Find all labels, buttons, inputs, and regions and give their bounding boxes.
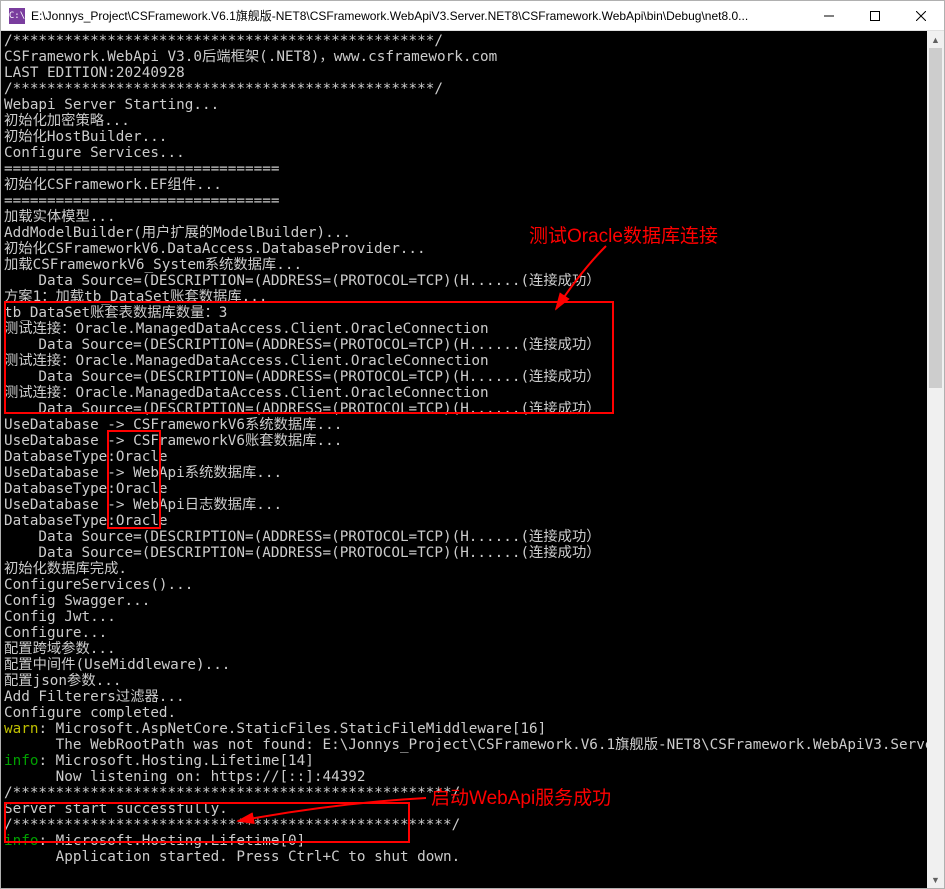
- console-line: DatabaseType:Oracle: [4, 449, 927, 465]
- console-line: Config Jwt...: [4, 609, 927, 625]
- console-line: DatabaseType:Oracle: [4, 481, 927, 497]
- vertical-scrollbar[interactable]: ▲ ▼: [927, 31, 944, 888]
- console-line: UseDatabase -> CSFrameworkV6账套数据库...: [4, 433, 927, 449]
- console-line: Webapi Server Starting...: [4, 97, 927, 113]
- console-line: 初始化加密策略...: [4, 113, 927, 129]
- console-line: AddModelBuilder(用户扩展的ModelBuilder)...: [4, 225, 927, 241]
- scrollbar-up-arrow[interactable]: ▲: [927, 31, 944, 48]
- close-icon: [916, 11, 926, 21]
- console-line: ConfigureServices()...: [4, 577, 927, 593]
- log-level-info: info: [4, 833, 38, 849]
- console-line: /***************************************…: [4, 33, 927, 49]
- console-line: Data Source=(DESCRIPTION=(ADDRESS=(PROTO…: [4, 337, 927, 353]
- console-line: The WebRootPath was not found: E:\Jonnys…: [4, 737, 927, 753]
- scrollbar-thumb[interactable]: [929, 48, 942, 388]
- console-line: 测试连接：Oracle.ManagedDataAccess.Client.Ora…: [4, 321, 927, 337]
- console-line: 加载实体模型...: [4, 209, 927, 225]
- console-line: DatabaseType:Oracle: [4, 513, 927, 529]
- app-icon: C:\: [9, 8, 25, 24]
- console-line: warn: Microsoft.AspNetCore.StaticFiles.S…: [4, 721, 927, 737]
- console-line: 配置中间件(UseMiddleware)...: [4, 657, 927, 673]
- console-line: Configure Services...: [4, 145, 927, 161]
- console-line: info: Microsoft.Hosting.Lifetime[0]: [4, 833, 927, 849]
- console-line: 配置跨域参数...: [4, 641, 927, 657]
- window-title: E:\Jonnys_Project\CSFramework.V6.1旗舰版-NE…: [31, 7, 806, 24]
- console-line: 初始化CSFramework.EF组件...: [4, 177, 927, 193]
- console-line: 测试连接：Oracle.ManagedDataAccess.Client.Ora…: [4, 353, 927, 369]
- console-output[interactable]: /***************************************…: [1, 31, 927, 888]
- console-line: 初始化HostBuilder...: [4, 129, 927, 145]
- console-line: Data Source=(DESCRIPTION=(ADDRESS=(PROTO…: [4, 529, 927, 545]
- console-line: Data Source=(DESCRIPTION=(ADDRESS=(PROTO…: [4, 273, 927, 289]
- console-line: Data Source=(DESCRIPTION=(ADDRESS=(PROTO…: [4, 545, 927, 561]
- console-line: ================================: [4, 193, 927, 209]
- log-level-warn: warn: [4, 721, 38, 737]
- console-line: tb_DataSet账套表数据库数量：3: [4, 305, 927, 321]
- console-line: UseDatabase -> WebApi系统数据库...: [4, 465, 927, 481]
- console-line: CSFramework.WebApi V3.0后端框架(.NET8)，www.c…: [4, 49, 927, 65]
- console-line: ================================: [4, 161, 927, 177]
- console-line: /***************************************…: [4, 817, 927, 833]
- console-line: 初始化数据库完成.: [4, 561, 927, 577]
- console-line: 配置json参数...: [4, 673, 927, 689]
- console-line: 初始化CSFrameworkV6.DataAccess.DatabaseProv…: [4, 241, 927, 257]
- console-line: /***************************************…: [4, 81, 927, 97]
- maximize-button[interactable]: [852, 1, 898, 30]
- console-line: Now listening on: https://[::]:44392: [4, 769, 927, 785]
- log-level-info: info: [4, 753, 38, 769]
- console-line: Config Swagger...: [4, 593, 927, 609]
- console-line: 方案1：加载tb_DataSet账套数据库...: [4, 289, 927, 305]
- scrollbar-down-arrow[interactable]: ▼: [927, 871, 944, 888]
- minimize-button[interactable]: [806, 1, 852, 30]
- console-line: Data Source=(DESCRIPTION=(ADDRESS=(PROTO…: [4, 369, 927, 385]
- console-line: 加载CSFrameworkV6_System系统数据库...: [4, 257, 927, 273]
- console-line: Server start successfully.: [4, 801, 927, 817]
- console-line: UseDatabase -> CSFrameworkV6系统数据库...: [4, 417, 927, 433]
- console-line: LAST EDITION:20240928: [4, 65, 927, 81]
- maximize-icon: [870, 11, 880, 21]
- minimize-icon: [824, 11, 834, 21]
- titlebar[interactable]: C:\ E:\Jonnys_Project\CSFramework.V6.1旗舰…: [1, 1, 944, 31]
- close-button[interactable]: [898, 1, 944, 30]
- console-line: /***************************************…: [4, 785, 927, 801]
- console-area: /***************************************…: [1, 31, 944, 888]
- scrollbar-track[interactable]: [927, 48, 944, 871]
- window-controls: [806, 1, 944, 30]
- console-line: Application started. Press Ctrl+C to shu…: [4, 849, 927, 865]
- app-window: C:\ E:\Jonnys_Project\CSFramework.V6.1旗舰…: [0, 0, 945, 889]
- console-line: UseDatabase -> WebApi日志数据库...: [4, 497, 927, 513]
- console-line: 测试连接：Oracle.ManagedDataAccess.Client.Ora…: [4, 385, 927, 401]
- console-line: info: Microsoft.Hosting.Lifetime[14]: [4, 753, 927, 769]
- console-line: Configure completed.: [4, 705, 927, 721]
- console-line: Data Source=(DESCRIPTION=(ADDRESS=(PROTO…: [4, 401, 927, 417]
- console-line: Configure...: [4, 625, 927, 641]
- console-line: Add Filterers过滤器...: [4, 689, 927, 705]
